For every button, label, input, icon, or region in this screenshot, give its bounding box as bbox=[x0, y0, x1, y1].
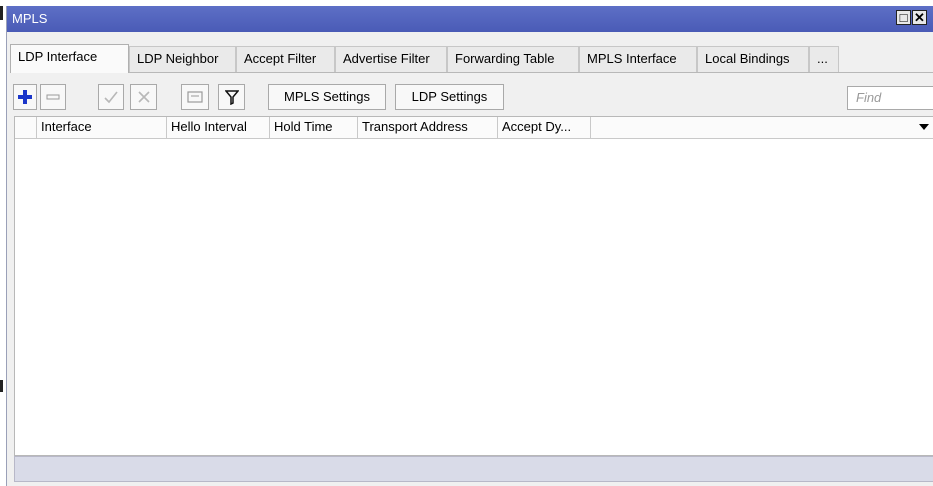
edge-mark bbox=[0, 6, 3, 20]
toolbar: MPLS Settings LDP Settings bbox=[7, 84, 933, 112]
add-button[interactable] bbox=[13, 84, 37, 110]
tab-advertise-filter[interactable]: Advertise Filter bbox=[335, 46, 447, 72]
column-header-hello-interval[interactable]: Hello Interval bbox=[167, 117, 270, 138]
restore-icon: □ bbox=[899, 10, 908, 25]
tab-accept-filter[interactable]: Accept Filter bbox=[236, 46, 335, 72]
tab-forwarding-table[interactable]: Forwarding Table bbox=[447, 46, 579, 72]
edge-mark bbox=[0, 380, 3, 392]
tab-local-bindings[interactable]: Local Bindings bbox=[697, 46, 809, 72]
remove-button[interactable] bbox=[40, 84, 66, 110]
column-header-transport-address[interactable]: Transport Address bbox=[358, 117, 498, 138]
comment-icon bbox=[187, 91, 203, 103]
column-header-hold-time[interactable]: Hold Time bbox=[270, 117, 358, 138]
title-bar[interactable]: MPLS □ ✕ bbox=[7, 6, 933, 32]
ldp-settings-button[interactable]: LDP Settings bbox=[395, 84, 504, 110]
column-header-selector[interactable] bbox=[15, 117, 37, 138]
filter-button[interactable] bbox=[218, 84, 245, 110]
interfaces-table: Interface / Hello Interval Hold Time Tra… bbox=[14, 116, 933, 456]
comment-button[interactable] bbox=[181, 84, 209, 110]
mpls-settings-button[interactable]: MPLS Settings bbox=[268, 84, 386, 110]
plus-icon bbox=[18, 90, 32, 104]
find-input[interactable]: Find bbox=[847, 86, 933, 110]
disable-button[interactable] bbox=[130, 84, 157, 110]
x-icon bbox=[137, 91, 150, 103]
tab-bar: LDP Interface LDP Neighbor Accept Filter… bbox=[10, 44, 933, 73]
columns-dropdown-icon[interactable] bbox=[919, 124, 929, 130]
minus-icon bbox=[46, 94, 60, 100]
enable-button[interactable] bbox=[98, 84, 124, 110]
table-header: Interface / Hello Interval Hold Time Tra… bbox=[15, 117, 933, 139]
close-icon: ✕ bbox=[914, 10, 925, 25]
column-header-interface[interactable]: Interface / bbox=[37, 117, 180, 138]
tab-ldp-interface[interactable]: LDP Interface bbox=[10, 44, 129, 73]
status-bar bbox=[14, 456, 933, 482]
tab-ldp-neighbor[interactable]: LDP Neighbor bbox=[129, 46, 236, 72]
restore-button[interactable]: □ bbox=[896, 10, 911, 25]
window-title: MPLS bbox=[12, 11, 48, 26]
tab-more[interactable]: ... bbox=[809, 46, 839, 72]
close-button[interactable]: ✕ bbox=[912, 10, 927, 25]
column-header-accept-dy[interactable]: Accept Dy... bbox=[498, 117, 591, 138]
filter-icon bbox=[224, 90, 239, 105]
tab-mpls-interface[interactable]: MPLS Interface bbox=[579, 46, 697, 72]
check-icon bbox=[104, 91, 118, 104]
mpls-window: MPLS □ ✕ LDP Interface LDP Neighbor Acce… bbox=[6, 6, 933, 486]
column-label: Interface bbox=[41, 119, 92, 134]
